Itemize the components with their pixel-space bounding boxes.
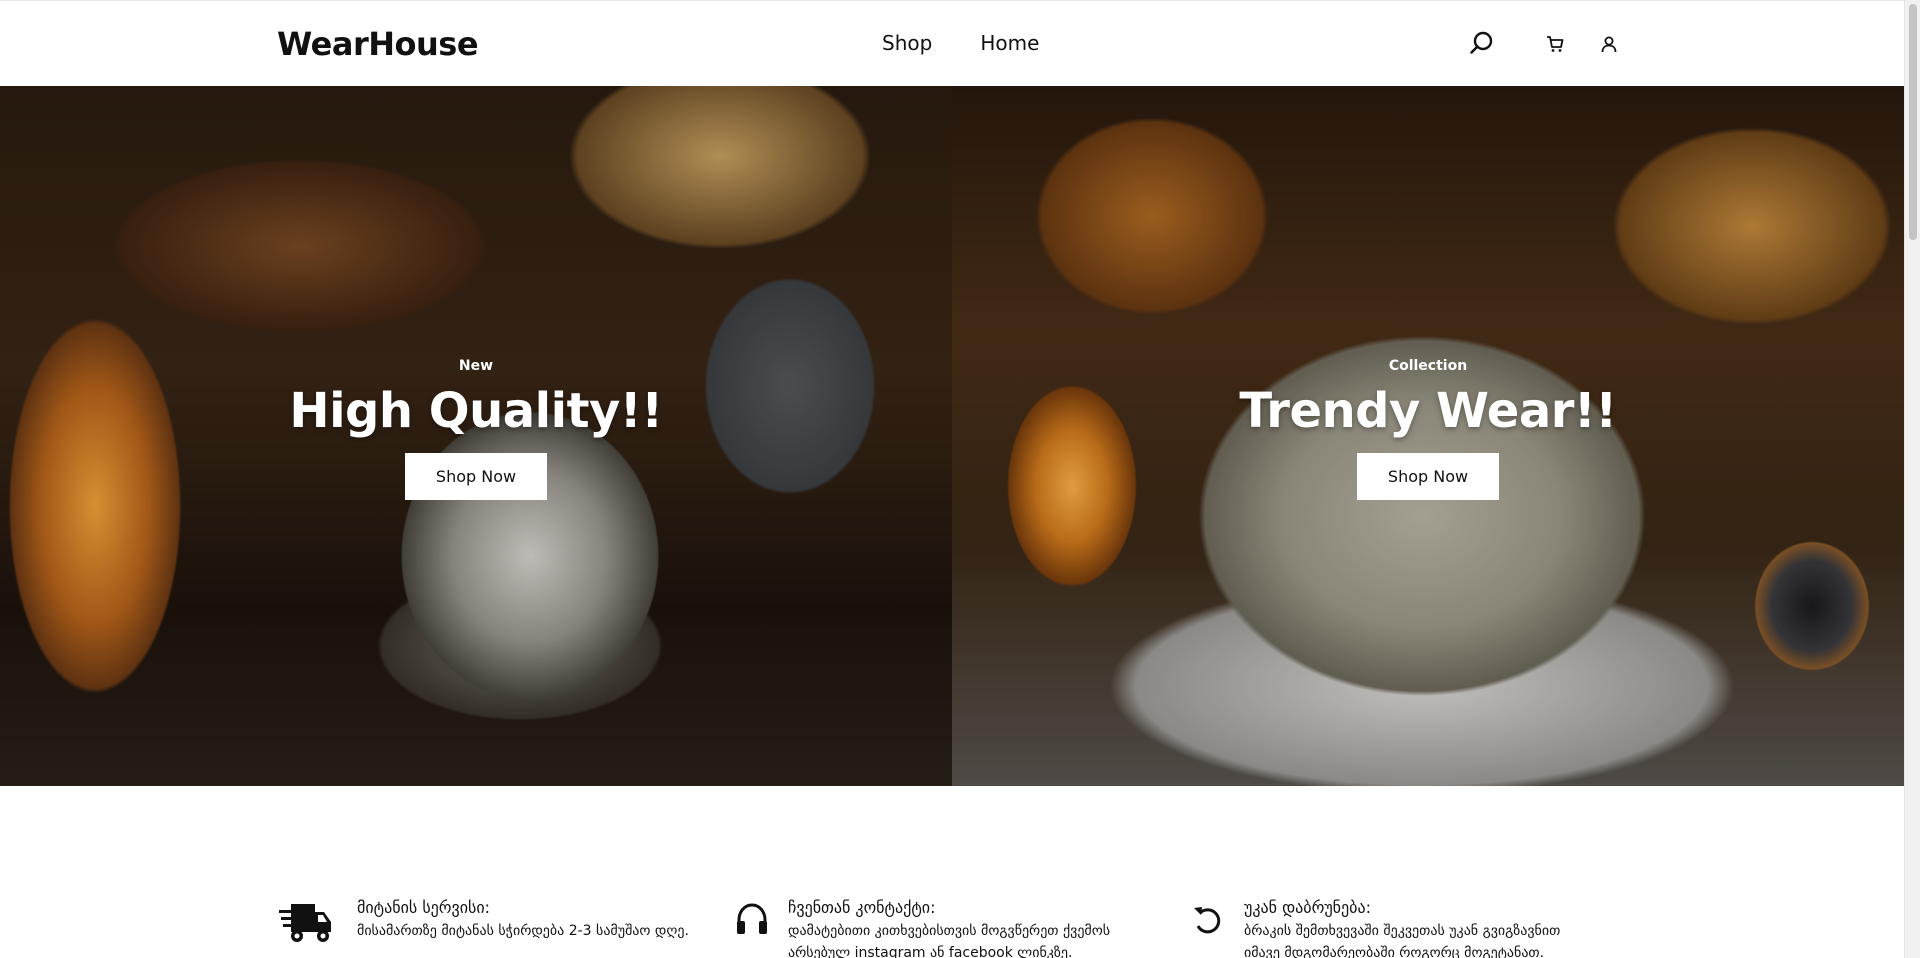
hero-title: High Quality!! [289, 383, 663, 439]
page-scrollbar[interactable] [1904, 0, 1920, 958]
feature-description: მისამართზე მიტანას სჭირდება 2-3 სამუშაო … [357, 923, 689, 939]
hero-panel-polo: Collection Trendy Wear!! Shop Now [952, 86, 1904, 786]
feature-title: ჩვენთან კონტაქტი: [788, 898, 936, 917]
feature-text: ჩვენთან კონტაქტი: დამატებითი კითხვებისთვ… [788, 896, 1128, 958]
cart-icon[interactable] [1544, 33, 1566, 55]
scrollbar-thumb[interactable] [1909, 4, 1917, 240]
delivery-truck-icon [277, 896, 333, 946]
shop-now-button[interactable]: Shop Now [405, 453, 547, 500]
return-arrow-icon [1190, 896, 1226, 946]
hero-section: New High Quality!! Shop Now Collection T… [0, 86, 1904, 786]
search-icon[interactable] [1468, 29, 1496, 57]
hero-content-right: Collection Trendy Wear!! Shop Now [952, 356, 1904, 500]
user-icon[interactable] [1598, 33, 1620, 55]
feature-text: უკან დაბრუნება: ბრაკის შემთხვევაში შეკვე… [1244, 896, 1584, 958]
nav-item-shop[interactable]: Shop [882, 31, 932, 55]
hero-eyebrow: Collection [1388, 358, 1468, 374]
features-section: მიტანის სერვისი: მისამართზე მიტანას სჭირ… [0, 786, 1904, 958]
hero-panel-watch: New High Quality!! Shop Now [0, 86, 952, 786]
feature-delivery: მიტანის სერვისი: მისამართზე მიტანას სჭირ… [277, 896, 689, 946]
feature-contact: ჩვენთან კონტაქტი: დამატებითი კითხვებისთვ… [734, 896, 1128, 958]
site-logo[interactable]: WearHouse [277, 25, 479, 63]
feature-title: მიტანის სერვისი: [357, 898, 491, 917]
headset-icon [734, 896, 770, 946]
hero-content-left: New High Quality!! Shop Now [0, 356, 952, 500]
nav-item-home[interactable]: Home [980, 31, 1039, 55]
hero-title: Trendy Wear!! [1239, 383, 1617, 439]
feature-description: ბრაკის შემთხვევაში შეკვეთას უკან გვიგზავ… [1244, 923, 1561, 958]
feature-returns: უკან დაბრუნება: ბრაკის შემთხვევაში შეკვე… [1190, 896, 1584, 958]
feature-description: დამატებითი კითხვებისთვის მოგვწერეთ ქვემო… [788, 923, 1111, 958]
shop-now-button[interactable]: Shop Now [1357, 453, 1499, 500]
site-header: WearHouse Shop Home [0, 0, 1904, 86]
feature-title: უკან დაბრუნება: [1244, 898, 1371, 917]
feature-text: მიტანის სერვისი: მისამართზე მიტანას სჭირ… [357, 896, 689, 946]
hero-eyebrow: New [458, 358, 494, 374]
main-nav: Shop Home [882, 31, 1039, 55]
